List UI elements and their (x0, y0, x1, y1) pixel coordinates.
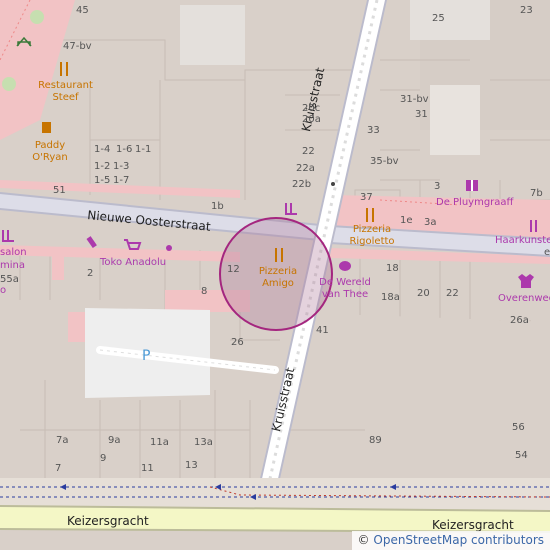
house-number: 13a (194, 437, 213, 448)
house-number: 20a (302, 114, 321, 125)
house-number: 51 (53, 185, 66, 196)
house-number: 9a (108, 435, 121, 446)
house-number: 7a (56, 435, 69, 446)
poi-mina-partial[interactable]: mina (0, 261, 25, 271)
house-number: 26a (510, 315, 529, 326)
house-number: 11a (150, 437, 169, 448)
house-number: 26 (231, 337, 244, 348)
house-number: 8 (201, 286, 208, 297)
house-number: 1-7 (113, 175, 130, 186)
map-canvas[interactable]: Nieuwe Oosterstraat Kruisstraat Kruisstr… (0, 0, 550, 550)
attribution-prefix: © (357, 533, 374, 547)
house-number: 45 (76, 5, 89, 16)
pub-icon[interactable] (42, 122, 51, 133)
house-number: 1b (211, 201, 224, 212)
house-number: 7b (530, 188, 543, 199)
house-number: 1e (400, 215, 413, 226)
poi-haarkunste[interactable]: Haarkunste (495, 236, 550, 246)
house-number: 18 (386, 263, 399, 274)
house-number: 35-bv (370, 156, 399, 167)
house-number: 12 (227, 264, 240, 275)
poi-restaurant-steef[interactable]: Restaurant Steef (38, 80, 93, 104)
house-number: 22 (302, 146, 315, 157)
attribution-link[interactable]: OpenStreetMap contributors (373, 533, 544, 547)
poi-pizzeria-rigoletto[interactable]: Pizzeria Rigoletto (348, 224, 396, 248)
shop-dot-icon[interactable] (166, 245, 172, 251)
house-number: 9 (100, 453, 107, 464)
house-number: 22b (292, 179, 312, 190)
house-number: 18a (381, 292, 400, 303)
house-number: 33 (367, 125, 380, 136)
house-number: 22a (296, 163, 315, 174)
poi-de-wereld-van-thee[interactable]: De Wereld van Thee (318, 277, 372, 301)
house-number: 2 (87, 268, 94, 279)
house-number: 1-2 (94, 161, 111, 172)
poi-de-pluymgraaff[interactable]: De Pluymgraaff (436, 198, 513, 208)
street-label-keizersgracht-west: Keizersgracht (67, 514, 149, 528)
parking-label[interactable]: P (142, 349, 150, 363)
poi-salon-partial[interactable]: salon (0, 248, 27, 258)
house-number: 47-bv (63, 41, 92, 52)
house-number: 89 (369, 435, 382, 446)
house-number: 1-3 (113, 161, 130, 172)
map-attribution[interactable]: © OpenStreetMap contributors (351, 531, 550, 550)
house-number: 23 (520, 5, 533, 16)
house-number: 25 (432, 13, 445, 24)
edge-fragment-o: o (0, 285, 7, 296)
house-number: 55a (0, 274, 19, 285)
house-number: 31 (415, 109, 428, 120)
house-number: 31-bv (400, 94, 429, 105)
house-number: 41 (316, 325, 329, 336)
house-number: 3a (424, 217, 437, 228)
street-label-keizersgracht-east: Keizersgracht (432, 518, 514, 532)
house-number: 1-1 (135, 144, 152, 155)
house-number: 1-4 (94, 144, 111, 155)
poi-toko-anadolu[interactable]: Toko Anadolu (100, 258, 166, 268)
poi-paddy-oryan[interactable]: Paddy O'Ryan (28, 140, 72, 164)
house-number: 3 (434, 181, 441, 192)
poi-overenwee[interactable]: Overenwee (498, 294, 550, 304)
house-number: 20 (417, 288, 430, 299)
house-number: 11 (141, 463, 154, 474)
house-number: 1-5 (94, 175, 111, 186)
house-number: 56 (512, 422, 525, 433)
house-number: 37 (360, 192, 373, 203)
house-number: 13 (185, 460, 198, 471)
gift-icon[interactable] (466, 180, 478, 191)
house-number: 54 (515, 450, 528, 461)
house-number: 20c (302, 103, 321, 114)
poi-pizzeria-amigo[interactable]: Pizzeria Amigo (258, 266, 298, 290)
edge-fragment-e: e (544, 247, 550, 258)
tea-icon[interactable] (339, 261, 351, 271)
house-number: 7 (55, 463, 62, 474)
house-number: 22 (446, 288, 459, 299)
house-number: 1-6 (116, 144, 133, 155)
